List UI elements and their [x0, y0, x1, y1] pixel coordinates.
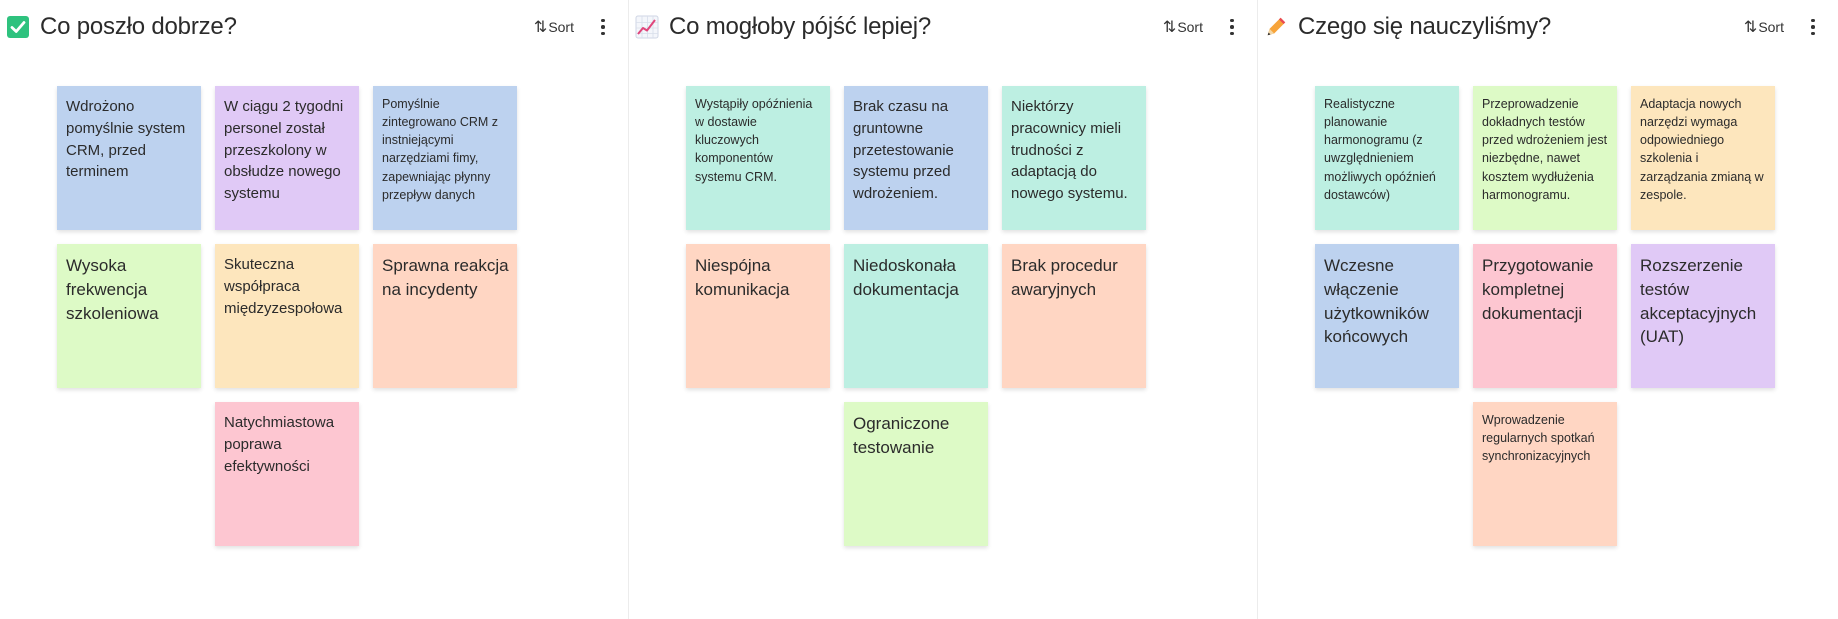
more-options-button[interactable] — [1802, 14, 1824, 40]
sticky-note[interactable]: Wystąpiły opóźnienia w dostawie kluczowy… — [686, 86, 830, 230]
sort-arrows-icon: ⇅ — [1743, 19, 1758, 36]
sort-button[interactable]: ⇅ Sort — [1159, 15, 1207, 39]
more-options-button[interactable] — [1221, 14, 1243, 40]
column-went-well: Co poszło dobrze? ⇅ Sort Wdrożono pomyśl… — [0, 0, 629, 619]
sticky-note[interactable]: Sprawna reakcja na incydenty — [373, 244, 517, 388]
column-title: Czego się nauczyliśmy? — [1298, 13, 1552, 40]
column-could-be-better: Co mogłoby pójść lepiej? ⇅ Sort Wystąpił… — [629, 0, 1258, 619]
sticky-note[interactable]: Wdrożono pomyślnie system CRM, przed ter… — [57, 86, 201, 230]
sticky-note[interactable]: Natychmiastowa poprawa efektywności — [215, 402, 359, 546]
sticky-note[interactable]: Przygotowanie kompletnej dokumentacji — [1473, 244, 1617, 388]
sticky-note[interactable]: Pomyślnie zintegrowano CRM z instniejący… — [373, 86, 517, 230]
retrospective-board: Co poszło dobrze? ⇅ Sort Wdrożono pomyśl… — [0, 0, 1838, 619]
sort-button[interactable]: ⇅ Sort — [1740, 15, 1788, 39]
sticky-note[interactable]: Brak czasu na gruntowne przetestowanie s… — [844, 86, 988, 230]
sort-button[interactable]: ⇅ Sort — [530, 15, 578, 39]
sticky-note[interactable]: Adaptacja nowych narzędzi wymaga odpowie… — [1631, 86, 1775, 230]
sticky-note[interactable]: Przeprowadzenie dokładnych testów przed … — [1473, 86, 1617, 230]
sticky-note[interactable]: Niedoskonała dokumentacja — [844, 244, 988, 388]
sort-label: Sort — [1177, 19, 1203, 35]
sort-label: Sort — [1758, 19, 1784, 35]
sticky-note[interactable]: Wysoka frekwencja szkoleniowa — [57, 244, 201, 388]
sticky-note[interactable]: Niektórzy pracownicy mieli trudności z a… — [1002, 86, 1146, 230]
sticky-note[interactable]: Rozszerzenie testów akceptacyjnych (UAT) — [1631, 244, 1775, 388]
sticky-note[interactable]: W ciągu 2 tygodni personel został przesz… — [215, 86, 359, 230]
column-title: Co poszło dobrze? — [40, 13, 237, 40]
sticky-note[interactable]: Skuteczna współpraca międzyzespołowa — [215, 244, 359, 388]
chart-increasing-icon — [635, 15, 659, 39]
column-title: Co mogłoby pójść lepiej? — [669, 13, 932, 40]
check-mark-button-icon — [6, 15, 30, 39]
column-header: Czego się nauczyliśmy? ⇅ Sort — [1264, 12, 1824, 42]
column-header: Co poszło dobrze? ⇅ Sort — [6, 12, 614, 42]
sticky-note[interactable]: Ograniczone testowanie — [844, 402, 988, 546]
sticky-note[interactable]: Realistyczne planowanie harmonogramu (z … — [1315, 86, 1459, 230]
sticky-note[interactable]: Brak procedur awaryjnych — [1002, 244, 1146, 388]
more-options-button[interactable] — [592, 14, 614, 40]
column-lessons-learned: Czego się nauczyliśmy? ⇅ Sort Realistycz… — [1258, 0, 1838, 619]
pencil-icon — [1264, 15, 1288, 39]
sticky-note[interactable]: Niespójna komunikacja — [686, 244, 830, 388]
sticky-note[interactable]: Wczesne włączenie użytkowników końcowych — [1315, 244, 1459, 388]
sticky-note[interactable]: Wprowadzenie regularnych spotkań synchro… — [1473, 402, 1617, 546]
sort-arrows-icon: ⇅ — [533, 19, 548, 36]
column-header: Co mogłoby pójść lepiej? ⇅ Sort — [635, 12, 1243, 42]
sort-arrows-icon: ⇅ — [1162, 19, 1177, 36]
sort-label: Sort — [548, 19, 574, 35]
